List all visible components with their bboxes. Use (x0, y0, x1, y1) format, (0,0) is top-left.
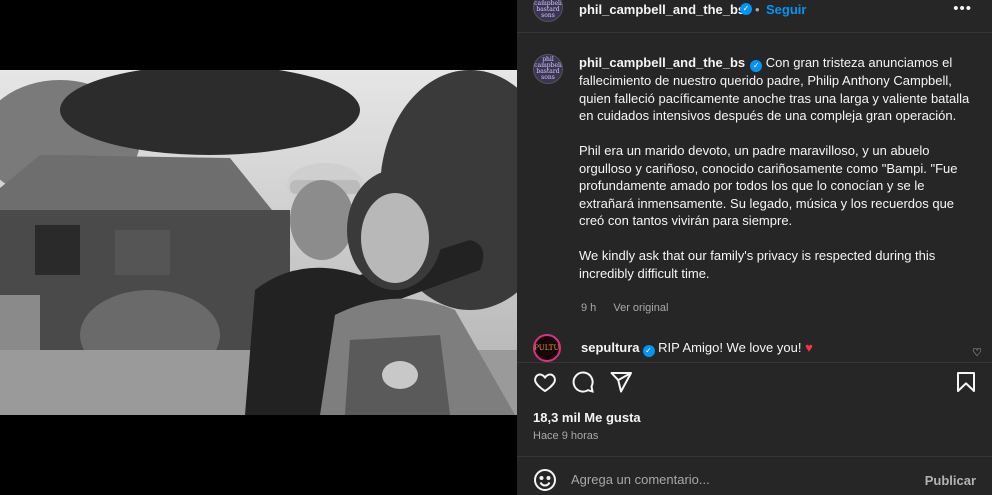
commenter-avatar[interactable]: SEPULTURA (533, 334, 561, 362)
comment-like-heart-icon[interactable]: ♡ (972, 346, 982, 359)
comment-input[interactable] (571, 472, 901, 487)
caption-username[interactable]: phil_campbell_and_the_bs (579, 55, 745, 70)
author-avatar[interactable]: phil campbell bastard sons (533, 0, 563, 22)
paper-plane-icon[interactable] (609, 370, 633, 394)
post-details-panel: phil campbell bastard sons phil_campbell… (517, 0, 992, 495)
follow-button[interactable]: Seguir (766, 2, 806, 17)
verified-badge-icon: ✓ (750, 60, 763, 72)
caption-time: 9 h (581, 302, 597, 314)
actions-divider (517, 362, 992, 363)
separator-dot: • (755, 2, 760, 17)
header-divider (517, 32, 992, 33)
post-media (0, 0, 517, 495)
likes-count[interactable]: 18,3 mil Me gusta (533, 410, 641, 425)
comment-item: SEPULTURA sepultura✓ RIP Amigo! We love … (533, 334, 982, 362)
more-dots-icon[interactable]: ••• (953, 0, 972, 17)
caption-paragraph-2: Phil era un marido devoto, un padre mara… (579, 143, 958, 228)
caption-author-avatar[interactable]: phil campbell bastard sons (533, 54, 563, 84)
action-bar (533, 370, 978, 394)
bookmark-icon[interactable] (954, 370, 978, 394)
caption-meta: 9 h Ver original (581, 302, 682, 314)
comment-bubble-icon[interactable] (571, 370, 595, 394)
publish-button[interactable]: Publicar (925, 473, 976, 488)
comment-text-line: sepultura ✓ RIP Amigo! We love you! ♥ (581, 340, 813, 357)
heart-icon[interactable] (533, 370, 557, 394)
comment-body: RIP Amigo! We love you! (658, 340, 802, 355)
commenter-username[interactable]: sepultura (581, 340, 640, 355)
composer-divider (517, 456, 992, 457)
verified-badge-icon: ✓ (642, 345, 655, 357)
caption-text: phil_campbell_and_the_bs ✓ Con gran trist… (579, 54, 971, 300)
red-heart-emoji: ♥ (805, 340, 813, 355)
author-username[interactable]: phil_campbell_and_the_bs (579, 2, 745, 17)
post-photo[interactable] (0, 70, 517, 415)
see-original-link[interactable]: Ver original (613, 302, 668, 314)
verified-badge-icon: ✓ (740, 3, 752, 15)
smiley-icon[interactable] (533, 468, 557, 492)
post-age: Hace 9 horas (533, 430, 599, 442)
comment-composer: Publicar (517, 466, 992, 495)
post-header: phil campbell bastard sons phil_campbell… (517, 0, 992, 22)
caption-paragraph-3: We kindly ask that our family's privacy … (579, 248, 936, 281)
